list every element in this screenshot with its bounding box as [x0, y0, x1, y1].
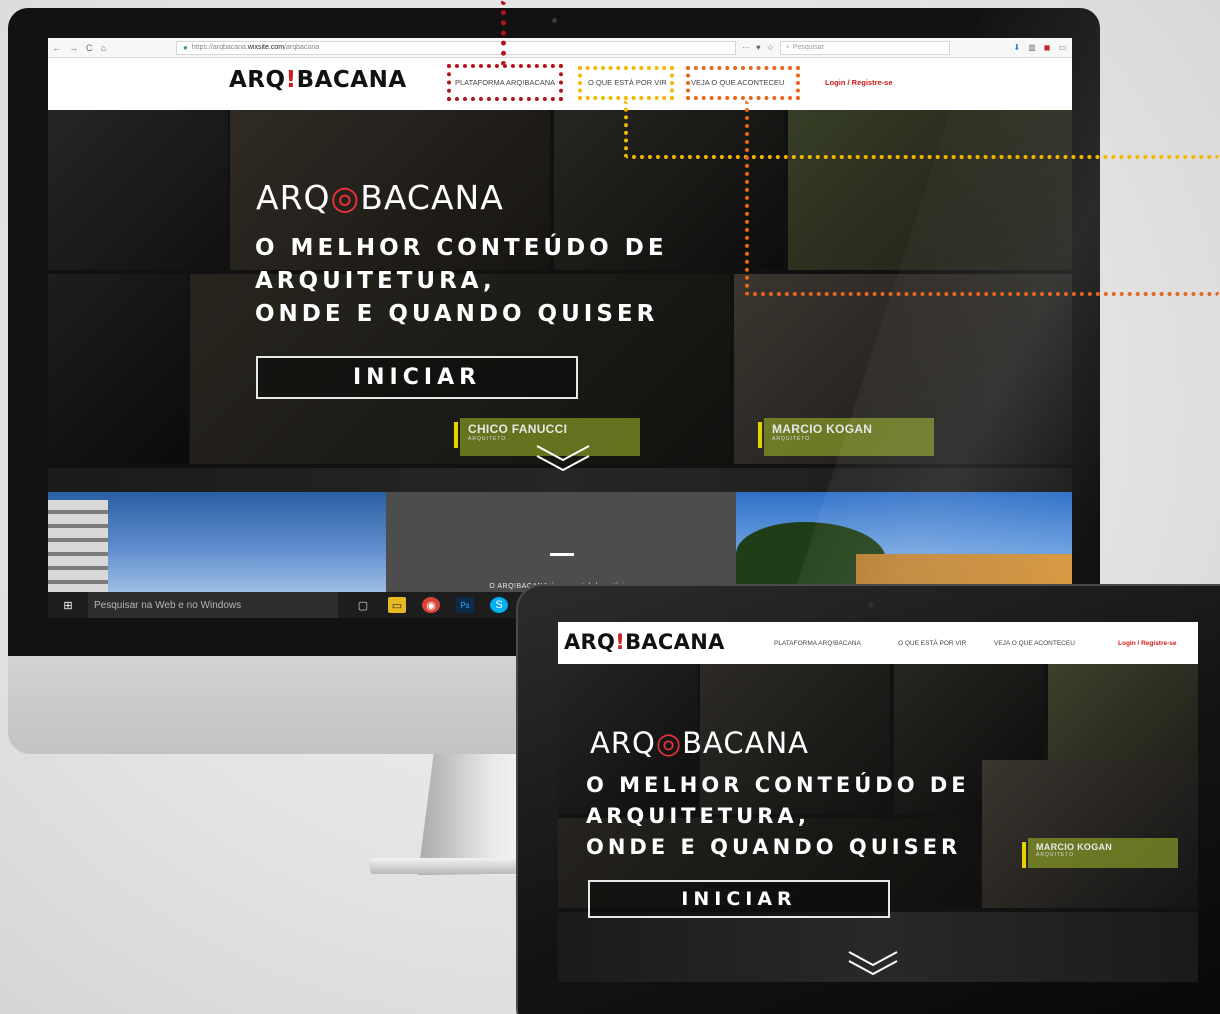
logo-text-post: BACANA — [625, 630, 725, 654]
taskbar-search[interactable]: Pesquisar na Web e no Windows — [88, 592, 338, 618]
tagline-line-3: ONDE E QUANDO QUISER — [586, 835, 962, 859]
annotation-box-orange — [686, 66, 800, 100]
file-explorer-icon[interactable]: ▭ — [388, 597, 406, 613]
play-icon: ◎ — [655, 726, 683, 760]
tablet-site-header: ARQ!BACANA PLATAFORMA ARQ!BACANA O QUE E… — [558, 622, 1198, 664]
tablet-device: ARQ!BACANA PLATAFORMA ARQ!BACANA O QUE E… — [516, 584, 1220, 1014]
tagline-line-2: ARQUITETURA, — [586, 804, 810, 828]
hero-logo-post: BACANA — [682, 726, 809, 760]
page-actions: ··· ♥ ☆ — [742, 43, 774, 52]
lock-icon: ● — [183, 43, 188, 52]
browser-toolbar: ← → C ⌂ ● https://arqbacana.wixsite.com/… — [48, 38, 1072, 58]
iniciar-button[interactable]: INICIAR — [256, 356, 578, 399]
logo-text-pre: ARQ — [229, 67, 286, 93]
speaker-name: CHICO FANUCCI — [468, 422, 568, 436]
speaker-role: ARQUITETO — [1036, 852, 1075, 858]
imac-bezel: ← → C ⌂ ● https://arqbacana.wixsite.com/… — [8, 8, 1100, 656]
url-domain: wixsite.com — [247, 44, 285, 51]
photoshop-icon[interactable]: Ps — [456, 597, 474, 613]
content-row: O ARQ!BACANA é um portal de notícias — [48, 492, 1072, 592]
speaker-name: MARCIO KOGAN — [772, 422, 873, 436]
tablet-iniciar-button[interactable]: INICIAR — [588, 880, 890, 918]
chevron-down-icon[interactable] — [534, 442, 592, 472]
trees-shape — [736, 522, 886, 592]
skype-icon[interactable]: S — [490, 597, 508, 613]
annotation-line-yellow — [624, 100, 631, 158]
browser-extensions: ⬇ ▥ ◼ ▭ — [1014, 43, 1072, 52]
tablet-screen: ARQ!BACANA PLATAFORMA ARQ!BACANA O QUE E… — [558, 622, 1198, 982]
forward-icon[interactable]: → — [69, 43, 78, 53]
tablet-nav-plataforma[interactable]: PLATAFORMA ARQ!BACANA — [774, 640, 861, 647]
annotation-line-red — [501, 0, 509, 66]
logo-bang: ! — [285, 67, 297, 93]
download-icon[interactable]: ⬇ — [1014, 43, 1021, 52]
hero-section: CHICO FANUCCI ARQUITETO MARCIO KOGAN ARQ… — [48, 110, 1072, 492]
tagline-line-1: O MELHOR CONTEÚDO DE — [586, 773, 970, 797]
tablet-hero-section: MARCIO KOGAN ARQUITETO ARQ◎BACANA O MELH… — [558, 664, 1198, 982]
tablet-hero-tagline: O MELHOR CONTEÚDO DE ARQUITETURA, ONDE E… — [586, 770, 970, 863]
desktop-screen: ← → C ⌂ ● https://arqbacana.wixsite.com/… — [48, 38, 1072, 618]
speaker-bar: MARCIO KOGAN ARQUITETO — [758, 418, 934, 456]
pocket-icon[interactable]: ♥ — [756, 43, 761, 52]
url-prefix: https://arqbacana. — [191, 44, 248, 51]
taskbar-search-placeholder: Pesquisar na Web e no Windows — [94, 599, 242, 611]
building-shape — [48, 500, 108, 592]
annotation-line-orange — [745, 100, 752, 296]
logo-text-post: BACANA — [296, 67, 407, 93]
sidebar-icon[interactable]: ▭ — [1058, 43, 1066, 52]
extension-icon[interactable]: ◼ — [1044, 43, 1051, 52]
tablet-nav-o-que-esta-por-vir[interactable]: O QUE ESTÁ POR VIR — [898, 640, 966, 647]
tagline-line-2: ARQUITETURA, — [255, 268, 496, 294]
tablet-site-logo[interactable]: ARQ!BACANA — [564, 630, 725, 654]
camera-dot — [552, 18, 557, 23]
tagline-line-3: ONDE E QUANDO QUISER — [255, 301, 659, 327]
hero-logo-pre: ARQ — [590, 726, 656, 760]
annotation-box-red — [447, 64, 563, 101]
tagline-line-1: O MELHOR CONTEÚDO DE — [255, 235, 668, 261]
address-bar[interactable]: ● https://arqbacana.wixsite.com/arqbacan… — [176, 40, 736, 55]
windows-start-icon[interactable]: ⊞ — [48, 599, 88, 612]
url-path: /arqbacana — [284, 44, 320, 51]
speaker-bar-accent — [1022, 842, 1026, 868]
building-photo — [48, 492, 386, 592]
search-icon: ⌕ — [785, 43, 790, 51]
about-panel: O ARQ!BACANA é um portal de notícias — [386, 492, 736, 592]
reload-icon[interactable]: C — [86, 43, 93, 53]
speaker-bar: MARCIO KOGAN ARQUITETO — [1022, 838, 1178, 868]
speaker-role: ARQUITETO — [772, 436, 811, 442]
play-icon: ◎ — [330, 178, 361, 217]
back-icon[interactable]: ← — [52, 43, 61, 53]
chrome-icon[interactable]: ◉ — [422, 597, 440, 613]
home-icon[interactable]: ⌂ — [101, 43, 106, 53]
chevron-down-icon[interactable] — [846, 948, 900, 976]
bookmark-star-icon[interactable]: ☆ — [767, 43, 774, 52]
trees-photo — [736, 492, 1072, 592]
annotation-line-yellow — [624, 155, 1220, 162]
tablet-hero-logo: ARQ◎BACANA — [590, 726, 809, 760]
about-dash — [550, 553, 574, 556]
browser-search-input[interactable]: ⌕ Pesquisar — [779, 40, 950, 55]
hero-logo-post: BACANA — [360, 178, 504, 217]
hero-logo-pre: ARQ — [256, 178, 331, 217]
nav-login[interactable]: Login / Registre-se — [825, 78, 893, 87]
browser-nav-buttons: ← → C ⌂ — [48, 43, 168, 53]
task-view-icon[interactable]: ▢ — [354, 597, 372, 613]
speaker-name: MARCIO KOGAN — [1036, 842, 1113, 852]
annotation-line-orange — [745, 292, 1220, 299]
hero-tagline: O MELHOR CONTEÚDO DE ARQUITETURA, ONDE E… — [255, 232, 668, 331]
browser-search-placeholder: Pesquisar — [792, 44, 824, 51]
logo-bang: ! — [615, 630, 626, 654]
annotation-box-yellow — [578, 66, 674, 100]
speaker-bar-accent — [454, 422, 458, 448]
taskbar-apps: ▢ ▭ ◉ Ps S — [354, 597, 508, 613]
tablet-nav-veja-o-que-aconteceu[interactable]: VEJA O QUE ACONTECEU — [994, 640, 1075, 647]
hero-logo: ARQ◎BACANA — [256, 178, 504, 217]
logo-text-pre: ARQ — [564, 630, 616, 654]
library-icon[interactable]: ▥ — [1028, 43, 1036, 52]
tablet-nav-login[interactable]: Login / Registre-se — [1118, 640, 1177, 647]
speaker-bar-accent — [758, 422, 762, 448]
site-logo[interactable]: ARQ!BACANA — [229, 67, 407, 93]
page-menu-icon[interactable]: ··· — [742, 43, 750, 52]
tablet-camera — [868, 602, 874, 608]
